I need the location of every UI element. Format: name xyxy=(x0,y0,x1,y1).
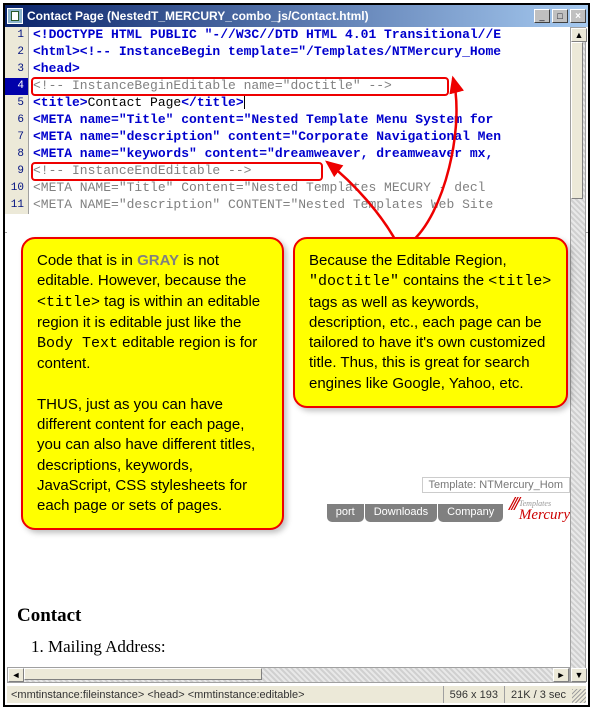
scroll-thumb[interactable] xyxy=(24,668,262,680)
scroll-left-button[interactable]: ◄ xyxy=(8,668,24,682)
code-line[interactable]: 6<META name="Title" content="Nested Temp… xyxy=(5,112,588,129)
code-text[interactable]: <META name="description" content="Corpor… xyxy=(29,129,501,146)
line-number[interactable]: 3 xyxy=(5,61,29,78)
code-line[interactable]: 2<html><!-- InstanceBegin template="/Tem… xyxy=(5,44,588,61)
callout-left: Code that is in GRAY is not editable. Ho… xyxy=(21,237,284,530)
line-number[interactable]: 8 xyxy=(5,146,29,163)
code-text[interactable]: <!DOCTYPE HTML PUBLIC "-//W3C//DTD HTML … xyxy=(29,27,501,44)
list-item: 1. Mailing Address: xyxy=(31,637,166,657)
code-line[interactable]: 8<META name="keywords" content="dreamwea… xyxy=(5,146,588,163)
mercury-logo: /// Templates Mercury xyxy=(509,493,570,532)
maximize-button[interactable]: □ xyxy=(552,9,568,23)
nav-strip: port Downloads Company /// Templates Mer… xyxy=(326,493,570,532)
scroll-up-button[interactable]: ▲ xyxy=(571,28,587,42)
code-text[interactable]: <META name="Title" content="Nested Templ… xyxy=(29,112,493,129)
scroll-right-button[interactable]: ► xyxy=(553,668,569,682)
code-line[interactable]: 5<title>Contact Page</title> xyxy=(5,95,588,112)
callout-right: Because the Editable Region, "doctitle" … xyxy=(293,237,568,408)
nav-tab[interactable]: Company xyxy=(438,504,503,522)
code-text[interactable]: <html><!-- InstanceBegin template="/Temp… xyxy=(29,44,501,61)
line-number[interactable]: 6 xyxy=(5,112,29,129)
highlight-box-begin-editable xyxy=(31,77,449,96)
template-indicator: Template: NTMercury_Hom xyxy=(422,477,570,493)
status-size: 21K / 3 sec xyxy=(504,686,572,703)
titlebar[interactable]: Contact Page (NestedT_MERCURY_combo_js/C… xyxy=(5,5,588,27)
page-heading: Contact xyxy=(17,605,81,627)
nav-tab[interactable]: Downloads xyxy=(365,504,437,522)
highlight-box-end-editable xyxy=(31,162,323,181)
close-button[interactable]: × xyxy=(570,9,586,23)
vertical-scrollbar[interactable]: ▲ ▼ xyxy=(570,27,586,683)
window-controls: _ □ × xyxy=(534,9,586,23)
line-number[interactable]: 9 xyxy=(5,163,29,180)
code-text[interactable]: <head> xyxy=(29,61,80,78)
code-line[interactable]: 1<!DOCTYPE HTML PUBLIC "-//W3C//DTD HTML… xyxy=(5,27,588,44)
scroll-down-button[interactable]: ▼ xyxy=(571,668,587,682)
scroll-thumb[interactable] xyxy=(571,42,583,199)
code-line[interactable]: 11<META NAME="description" CONTENT="Nest… xyxy=(5,197,588,214)
line-number[interactable]: 5 xyxy=(5,95,29,112)
status-dimensions: 596 x 193 xyxy=(443,686,504,703)
window-title: Contact Page (NestedT_MERCURY_combo_js/C… xyxy=(27,9,534,23)
line-number[interactable]: 4 xyxy=(5,78,29,95)
line-number[interactable]: 1 xyxy=(5,27,29,44)
scroll-track[interactable] xyxy=(24,668,553,682)
horizontal-scrollbar[interactable]: ◄ ► xyxy=(7,667,570,683)
line-number[interactable]: 7 xyxy=(5,129,29,146)
resize-grip[interactable] xyxy=(572,689,586,703)
code-text[interactable]: <META NAME="description" CONTENT="Nested… xyxy=(29,197,493,214)
code-line[interactable]: 3<head> xyxy=(5,61,588,78)
code-text[interactable]: <title>Contact Page</title> xyxy=(29,95,245,112)
line-number[interactable]: 2 xyxy=(5,44,29,61)
status-bar: <mmtinstance:fileinstance> <head> <mmtin… xyxy=(7,685,586,703)
code-text[interactable]: <META name="keywords" content="dreamweav… xyxy=(29,146,493,163)
code-editor[interactable]: 1<!DOCTYPE HTML PUBLIC "-//W3C//DTD HTML… xyxy=(5,27,588,233)
tag-selector[interactable]: <mmtinstance:fileinstance> <head> <mmtin… xyxy=(7,689,443,701)
line-number[interactable]: 10 xyxy=(5,180,29,197)
document-icon xyxy=(7,8,23,24)
minimize-button[interactable]: _ xyxy=(534,9,550,23)
line-number[interactable]: 11 xyxy=(5,197,29,214)
nav-tab[interactable]: port xyxy=(327,504,364,522)
code-line[interactable]: 7<META name="description" content="Corpo… xyxy=(5,129,588,146)
logo-slash-icon: /// xyxy=(509,493,517,516)
code-line[interactable]: 10<META NAME="Title" Content="Nested Tem… xyxy=(5,180,588,197)
editor-window: Contact Page (NestedT_MERCURY_combo_js/C… xyxy=(3,3,590,707)
scroll-track[interactable] xyxy=(571,42,585,668)
code-text[interactable]: <META NAME="Title" Content="Nested Templ… xyxy=(29,180,485,197)
